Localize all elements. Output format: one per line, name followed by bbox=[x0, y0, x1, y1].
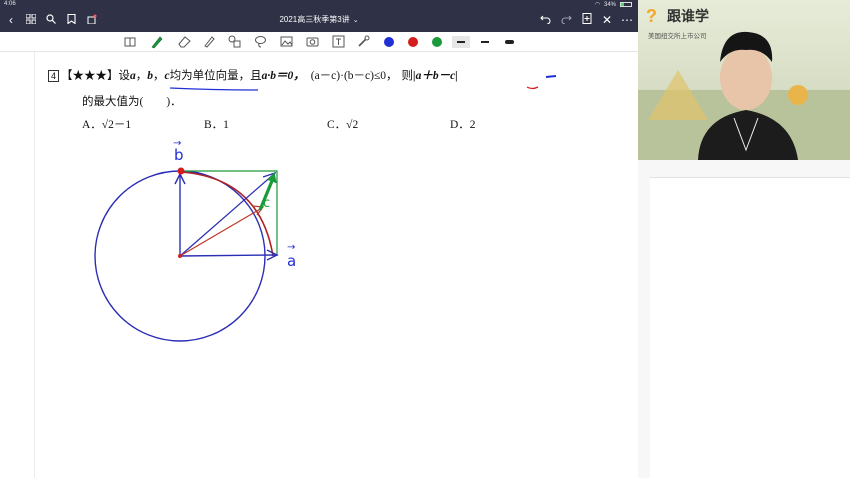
side-panel-content bbox=[650, 177, 850, 478]
pen-tool-icon[interactable] bbox=[150, 35, 164, 49]
app-window: 4:06 ◠ 34% ‹ 2021高三秋季第3讲 ⌄ ✕ ⋯ 4 【★★★】设a… bbox=[0, 0, 850, 478]
camera-icon[interactable] bbox=[306, 35, 320, 49]
image-icon[interactable] bbox=[280, 35, 294, 49]
battery-percent: 34% bbox=[603, 1, 616, 8]
highlighter-icon[interactable] bbox=[203, 35, 217, 49]
label-c: c bbox=[263, 196, 270, 211]
blue-underline-stroke bbox=[545, 75, 557, 78]
teacher-video-panel: ? 跟谁学 美国纽交所上市公司 bbox=[638, 0, 850, 160]
undo-icon[interactable] bbox=[537, 12, 553, 28]
text-box-icon[interactable] bbox=[332, 35, 346, 49]
status-bar: 4:06 ◠ 34% bbox=[0, 0, 638, 9]
brand-subtitle: 美国纽交所上市公司 bbox=[648, 33, 707, 40]
read-mode-icon[interactable] bbox=[124, 35, 138, 49]
top-bar: 4:06 ◠ 34% ‹ 2021高三秋季第3讲 ⌄ ✕ ⋯ bbox=[0, 0, 638, 32]
color-red-swatch[interactable] bbox=[408, 37, 418, 47]
ink-annotations: b → a → c bbox=[94, 75, 557, 342]
drawing-toolbar bbox=[0, 32, 638, 52]
chevron-down-icon: ⌄ bbox=[352, 17, 359, 24]
vector-c-arrow bbox=[179, 207, 263, 257]
stroke-thin-option[interactable] bbox=[452, 36, 470, 48]
origin-point bbox=[178, 254, 182, 258]
shapes-icon[interactable] bbox=[228, 35, 242, 49]
brand-name: 跟谁学 bbox=[667, 8, 709, 24]
document-title-text: 2021高三秋季第3讲 bbox=[279, 15, 350, 24]
brand-mark-icon: ? bbox=[646, 6, 657, 26]
status-time: 4:06 bbox=[4, 1, 16, 7]
redo-icon[interactable] bbox=[558, 12, 574, 28]
side-panel bbox=[638, 160, 850, 478]
close-icon[interactable]: ✕ bbox=[599, 12, 615, 28]
vector-a-arrow bbox=[179, 254, 277, 257]
status-indicators: ◠ 34% bbox=[595, 1, 632, 8]
vector-sum-arrow bbox=[179, 173, 275, 257]
stroke-medium-option[interactable] bbox=[481, 41, 489, 43]
red-underline-stroke bbox=[526, 86, 539, 90]
label-a: a bbox=[287, 252, 296, 270]
more-icon[interactable]: ⋯ bbox=[619, 12, 635, 28]
add-page-icon[interactable] bbox=[579, 12, 595, 28]
wifi-icon: ◠ bbox=[594, 2, 600, 8]
laser-pointer-icon[interactable] bbox=[357, 35, 371, 49]
brand-logo: ? 跟谁学 bbox=[646, 6, 709, 26]
point-b bbox=[177, 167, 185, 175]
nav-row: ‹ 2021高三秋季第3讲 ⌄ ✕ ⋯ bbox=[0, 9, 638, 32]
label-a-arrow: → bbox=[287, 242, 295, 253]
underline-stroke bbox=[169, 87, 259, 91]
battery-icon bbox=[620, 2, 632, 7]
eraser-icon[interactable] bbox=[178, 35, 192, 49]
color-blue-swatch[interactable] bbox=[384, 37, 394, 47]
stroke-thick-option[interactable] bbox=[505, 40, 514, 44]
label-b-arrow: → bbox=[173, 138, 181, 149]
lasso-icon[interactable] bbox=[254, 35, 268, 49]
color-green-swatch[interactable] bbox=[432, 37, 442, 47]
document-page[interactable]: 4 【★★★】设a，b，c均为单位向量，且a·b＝0， (a－c)·(b－c)≤0，… bbox=[0, 52, 638, 478]
